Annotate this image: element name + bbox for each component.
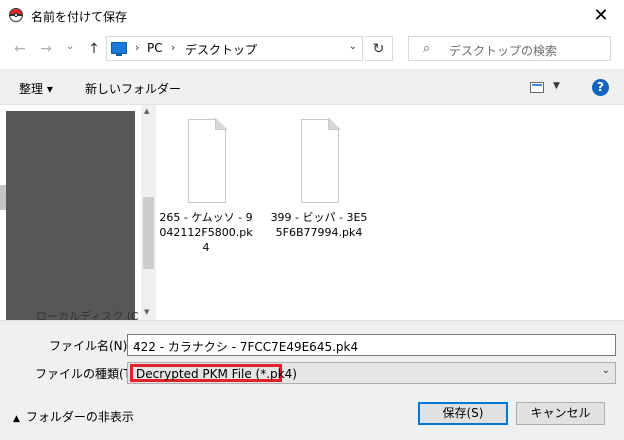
redacted-area <box>6 111 135 320</box>
recent-locations-chevron-icon[interactable]: ⌄ <box>66 41 74 52</box>
filename-input[interactable]: 422 - カラナクシ - 7FCC7E49E645.pk4 ⌄ <box>127 334 616 356</box>
filename-label: ファイル名(N): <box>49 339 132 353</box>
command-toolbar: 整理 ▾ 新しいフォルダー ▼ ? <box>0 69 624 105</box>
file-item[interactable]: 399 - ビッパ - 3E55F6B77994.pk4 <box>269 115 369 265</box>
search-icon: ⌕ <box>423 41 431 56</box>
up-arrow-icon[interactable]: ↑ <box>84 39 104 59</box>
filename-dropdown-icon[interactable]: ⌄ <box>133 337 610 348</box>
scroll-up-icon[interactable]: ▲ <box>144 107 149 115</box>
pokeball-app-icon <box>9 8 23 22</box>
navigation-pane[interactable]: ローカルディスク (C ▲ ▼ <box>0 105 155 320</box>
nav-pane-scrollbar[interactable]: ▲ ▼ <box>141 105 155 320</box>
search-input[interactable]: ⌕ デスクトップの検索 <box>408 36 611 61</box>
breadcrumb-separator[interactable]: › <box>135 41 139 54</box>
filetype-value[interactable]: Decrypted PKM File (*.pk4) <box>130 364 297 382</box>
close-button[interactable]: ✕ <box>578 0 624 31</box>
view-options-dropdown-icon[interactable]: ▼ <box>553 81 560 91</box>
hide-folders-label: フォルダーの非表示 <box>25 410 134 424</box>
forward-arrow-icon[interactable]: → <box>36 39 56 59</box>
breadcrumb-pc[interactable]: PC <box>147 41 163 55</box>
filetype-label: ファイルの種類(T): <box>35 367 140 381</box>
back-arrow-icon[interactable]: ← <box>10 39 30 59</box>
navigation-bar: ← → ⌄ ↑ › PC › デスクトップ ⌄ ↻ ⌕ デスクトップの検索 <box>0 31 624 69</box>
address-bar[interactable]: › PC › デスクトップ ⌄ <box>106 36 363 61</box>
refresh-icon[interactable]: ↻ <box>365 36 393 61</box>
change-view-icon[interactable] <box>530 82 544 93</box>
document-icon <box>301 118 340 203</box>
address-dropdown-icon[interactable]: ⌄ <box>349 41 357 52</box>
new-folder-button[interactable]: 新しいフォルダー <box>85 80 181 97</box>
search-placeholder: デスクトップの検索 <box>449 44 558 58</box>
filetype-dropdown-icon[interactable]: ⌄ <box>602 365 610 376</box>
file-item[interactable]: 265 - ケムッソ - 9042112F5800.pk4 <box>156 115 256 265</box>
scroll-down-icon[interactable]: ▼ <box>144 308 149 316</box>
file-name: 265 - ケムッソ - 9042112F5800.pk4 <box>159 211 253 254</box>
file-list: 265 - ケムッソ - 9042112F5800.pk4 399 - ビッパ … <box>156 105 624 320</box>
scrollbar-thumb[interactable] <box>143 197 154 269</box>
help-icon[interactable]: ? <box>592 79 609 96</box>
cancel-button[interactable]: キャンセル <box>516 402 605 425</box>
hide-folders-button[interactable]: ▲ フォルダーの非表示 <box>13 408 134 425</box>
pc-icon <box>111 42 127 56</box>
chevron-up-icon: ▲ <box>13 414 20 424</box>
save-form: ファイル名(N): 422 - カラナクシ - 7FCC7E49E645.pk4… <box>0 320 624 440</box>
breadcrumb-separator[interactable]: › <box>171 41 175 54</box>
save-button[interactable]: 保存(S) <box>418 402 508 425</box>
file-name: 399 - ビッパ - 3E55F6B77994.pk4 <box>270 211 368 239</box>
sidebar-item-local-disk[interactable]: ローカルディスク (C <box>36 308 140 320</box>
window-title: 名前を付けて保存 <box>31 10 128 24</box>
document-icon <box>188 118 227 203</box>
organize-button[interactable]: 整理 ▾ <box>19 80 53 97</box>
title-bar: 名前を付けて保存 ✕ <box>0 0 624 31</box>
breadcrumb-desktop[interactable]: デスクトップ <box>185 41 257 58</box>
filetype-select[interactable]: Decrypted PKM File (*.pk4) ⌄ <box>127 362 616 384</box>
